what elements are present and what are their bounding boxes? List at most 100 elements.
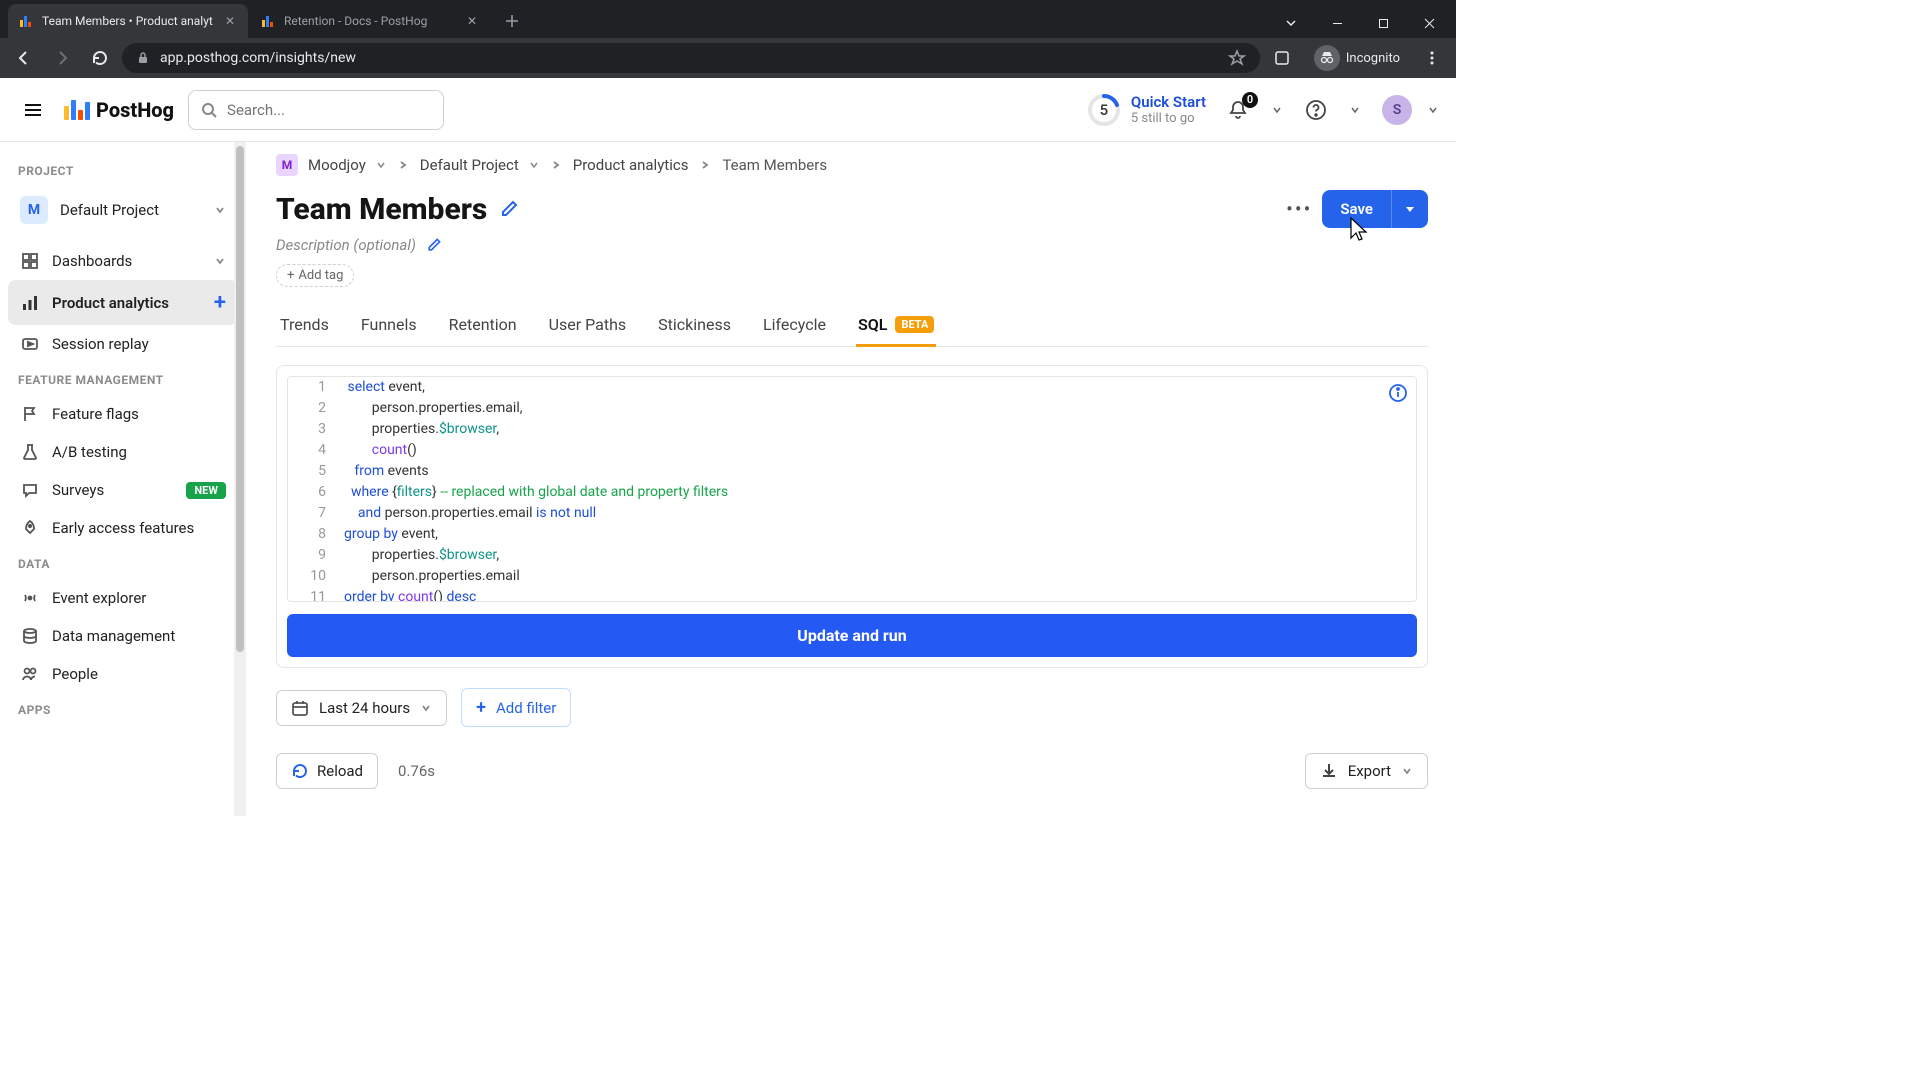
search-input[interactable] (227, 101, 431, 119)
reload-button[interactable] (84, 42, 116, 74)
posthog-favicon-icon (260, 13, 276, 29)
menu-toggle-button[interactable] (16, 93, 50, 127)
chevron-down-icon[interactable] (1348, 103, 1362, 117)
add-tag-button[interactable]: +Add tag (276, 264, 354, 287)
chevron-down-icon[interactable] (1426, 103, 1440, 117)
sidebar-item-session-replay[interactable]: Session replay (8, 325, 238, 363)
incognito-indicator[interactable]: Incognito (1308, 45, 1406, 71)
update-and-run-button[interactable]: Update and run (287, 614, 1417, 657)
sidebar-item-label: Dashboards (52, 252, 132, 270)
sidebar-item-early-access[interactable]: Early access features (8, 509, 238, 547)
sidebar-item-event-explorer[interactable]: Event explorer (8, 579, 238, 617)
breadcrumb: M Moodjoy Default Project Product analyt… (276, 154, 1428, 176)
tab-trends[interactable]: Trends (278, 305, 331, 346)
sql-editor[interactable]: 1 select event, 2 person.properties.emai… (287, 376, 1417, 602)
save-dropdown-button[interactable] (1391, 190, 1428, 228)
extensions-icon[interactable] (1266, 42, 1298, 74)
chevron-down-icon[interactable] (376, 160, 386, 170)
tab-label: Retention (449, 315, 517, 334)
tab-lifecycle[interactable]: Lifecycle (761, 305, 828, 346)
reload-button[interactable]: Reload (276, 753, 378, 789)
sidebar-section-label: FEATURE MANAGEMENT (8, 363, 238, 395)
query-timing: 0.76s (398, 762, 435, 780)
incognito-label: Incognito (1346, 51, 1400, 66)
browser-menu-button[interactable] (1416, 42, 1448, 74)
sidebar-project-selector[interactable]: M Default Project (8, 186, 238, 234)
reload-label: Reload (317, 762, 363, 780)
browser-tab-title: Team Members • Product analyt (42, 14, 214, 28)
forward-button[interactable] (46, 42, 78, 74)
sidebar-item-dashboards[interactable]: Dashboards (8, 242, 238, 280)
sidebar-item-label: Feature flags (52, 405, 139, 423)
search-icon (201, 102, 217, 118)
edit-description-icon[interactable] (426, 237, 442, 253)
sidebar-item-surveys[interactable]: Surveys NEW (8, 471, 238, 509)
chevron-down-icon[interactable] (1268, 8, 1314, 38)
add-filter-button[interactable]: + Add filter (461, 688, 571, 727)
breadcrumb-section[interactable]: Product analytics (573, 156, 689, 174)
save-button[interactable]: Save (1322, 190, 1391, 228)
dashboard-icon (20, 252, 40, 270)
scrollbar-thumb[interactable] (236, 146, 244, 652)
chevron-right-icon (396, 160, 410, 170)
signal-icon (20, 589, 40, 607)
sidebar-item-label: People (52, 665, 98, 683)
sidebar-item-label: Early access features (52, 519, 194, 537)
sidebar-item-data-management[interactable]: Data management (8, 617, 238, 655)
tab-retention[interactable]: Retention (447, 305, 519, 346)
notifications-button[interactable]: 0 (1220, 92, 1256, 128)
chevron-down-icon[interactable] (1270, 103, 1284, 117)
new-tab-button[interactable] (498, 7, 526, 35)
address-bar[interactable]: app.posthog.com/insights/new (122, 43, 1260, 73)
posthog-logo[interactable]: PostHog (64, 98, 174, 122)
plus-icon[interactable]: + (214, 290, 226, 315)
ellipsis-icon: ••• (1286, 197, 1312, 221)
export-button[interactable]: Export (1305, 753, 1428, 789)
breadcrumb-org[interactable]: Moodjoy (308, 156, 366, 174)
beta-badge: BETA (895, 316, 934, 333)
sidebar-item-label: Default Project (60, 201, 159, 219)
export-label: Export (1348, 762, 1391, 780)
browser-toolbar: app.posthog.com/insights/new Incognito (0, 38, 1456, 78)
sidebar-item-product-analytics[interactable]: Product analytics + (8, 280, 238, 325)
people-icon (20, 665, 40, 683)
tab-funnels[interactable]: Funnels (359, 305, 419, 346)
sql-editor-card: 1 select event, 2 person.properties.emai… (276, 365, 1428, 668)
tab-label: Trends (280, 315, 329, 334)
browser-tab[interactable]: Retention - Docs - PostHog ✕ (250, 4, 490, 38)
sidebar-item-people[interactable]: People (8, 655, 238, 693)
sidebar-item-ab-testing[interactable]: A/B testing (8, 433, 238, 471)
date-filter-button[interactable]: Last 24 hours (276, 690, 447, 726)
tab-label: SQL (858, 315, 887, 334)
sidebar-item-label: Session replay (52, 335, 149, 353)
star-icon[interactable] (1228, 49, 1246, 67)
tab-sql[interactable]: SQL BETA (856, 305, 936, 346)
description-placeholder[interactable]: Description (optional) (276, 236, 416, 254)
browser-titlebar: Team Members • Product analyt ✕ Retentio… (0, 0, 1456, 38)
chevron-down-icon[interactable] (529, 160, 539, 170)
tab-stickiness[interactable]: Stickiness (656, 305, 733, 346)
tab-user-paths[interactable]: User Paths (547, 305, 629, 346)
close-icon[interactable]: ✕ (464, 13, 480, 29)
breadcrumb-project[interactable]: Default Project (420, 156, 519, 174)
lock-icon (136, 51, 150, 65)
quick-start-widget[interactable]: 5 Quick Start 5 still to go (1087, 93, 1206, 127)
flag-icon (20, 405, 40, 423)
browser-tab-active[interactable]: Team Members • Product analyt ✕ (8, 4, 248, 38)
edit-title-icon[interactable] (499, 199, 519, 219)
window-minimize-button[interactable] (1314, 8, 1360, 38)
search-box[interactable] (188, 90, 444, 130)
back-button[interactable] (8, 42, 40, 74)
sidebar-item-label: Data management (52, 627, 175, 645)
date-filter-label: Last 24 hours (319, 699, 410, 717)
help-button[interactable] (1298, 92, 1334, 128)
more-options-button[interactable]: ••• (1276, 191, 1322, 227)
sidebar-item-label: A/B testing (52, 443, 127, 461)
run-button-label: Update and run (797, 626, 906, 645)
close-icon[interactable]: ✕ (222, 13, 238, 29)
window-maximize-button[interactable] (1360, 8, 1406, 38)
window-close-button[interactable] (1406, 8, 1452, 38)
user-avatar[interactable]: S (1382, 95, 1412, 125)
sidebar-scrollbar[interactable] (234, 142, 246, 816)
sidebar-item-feature-flags[interactable]: Feature flags (8, 395, 238, 433)
